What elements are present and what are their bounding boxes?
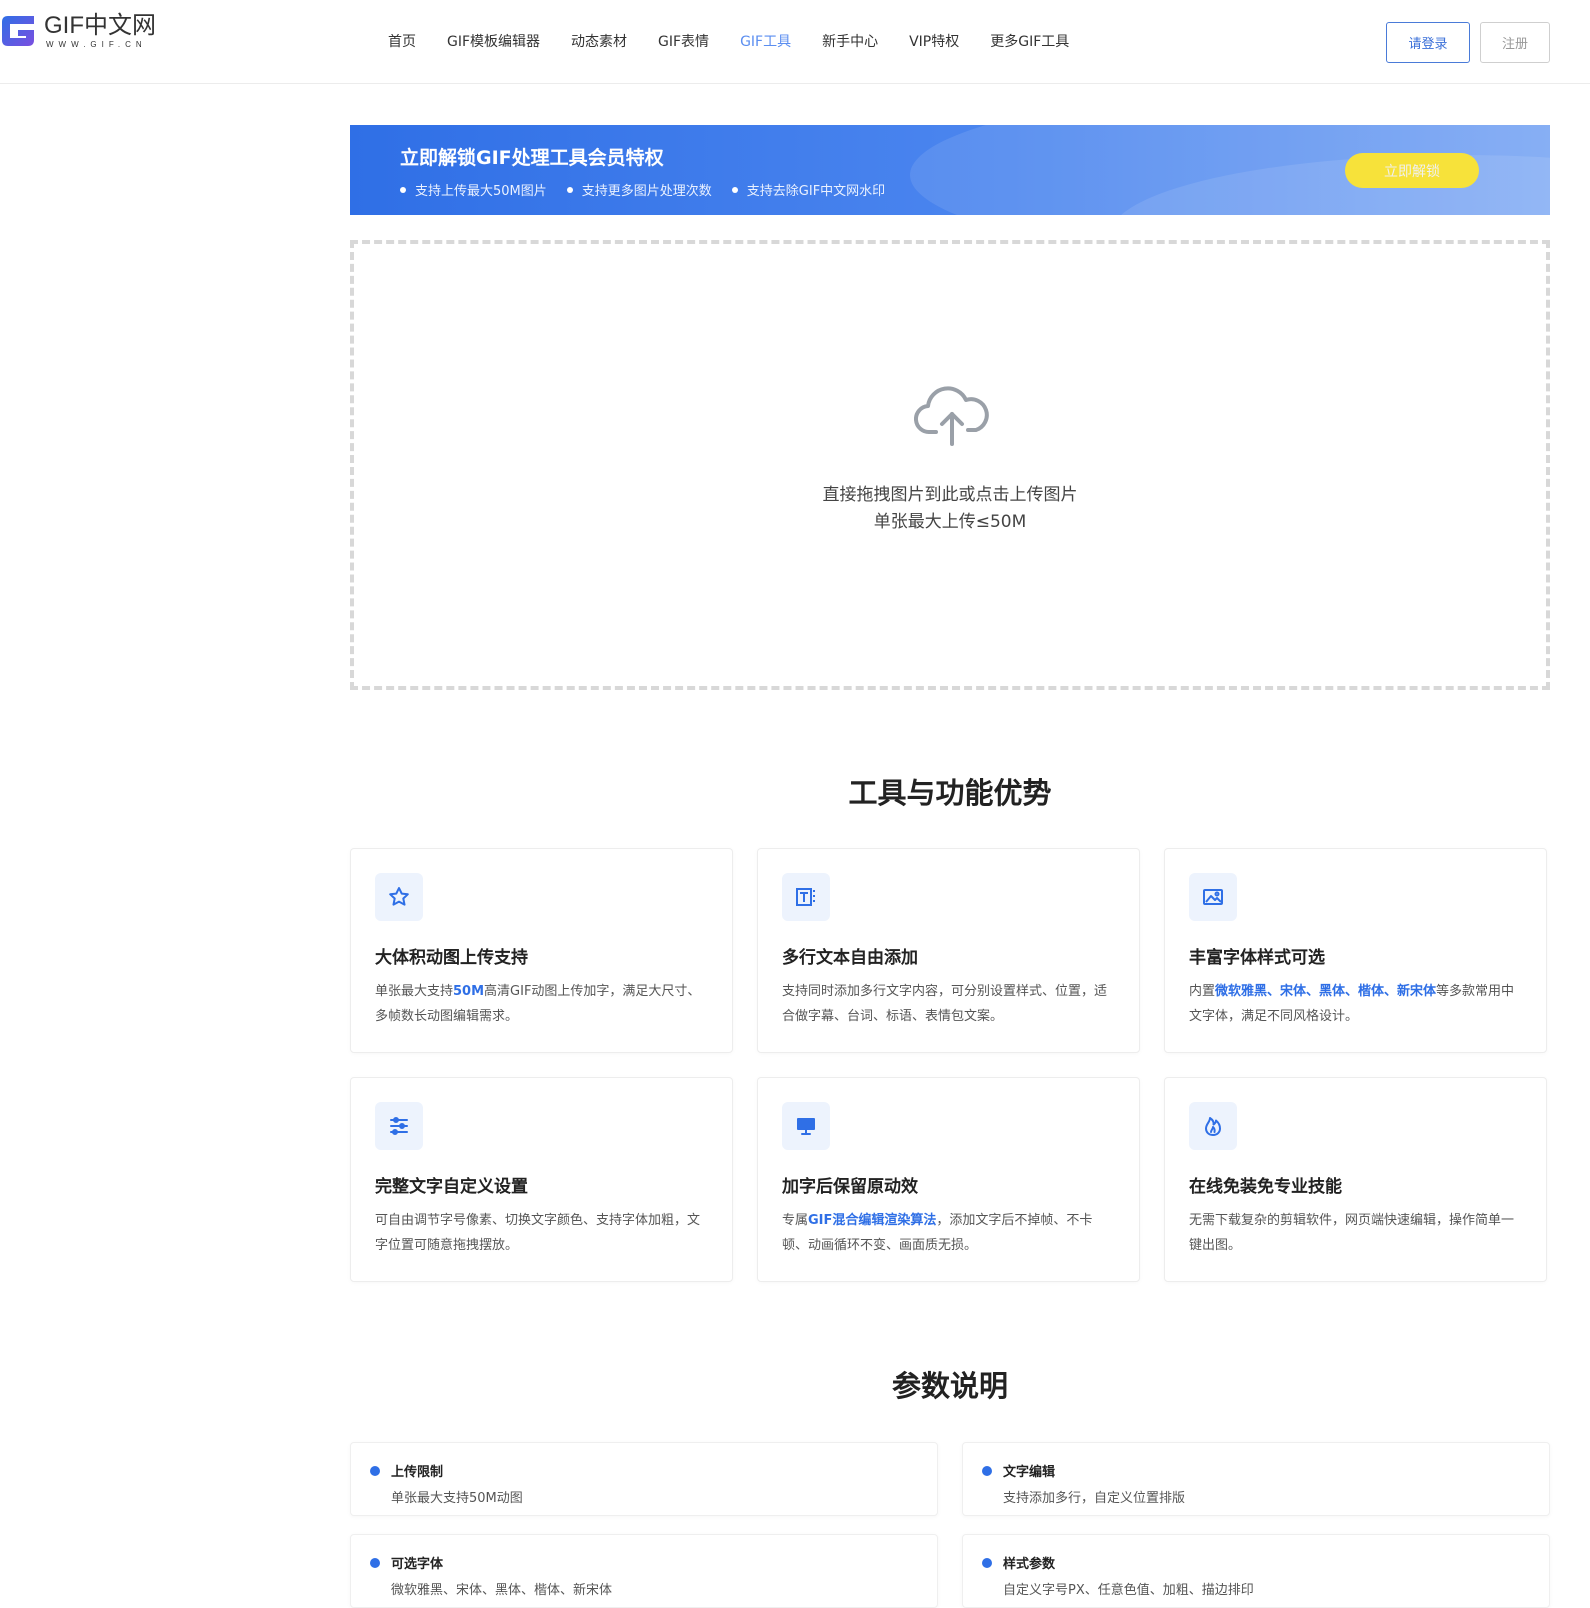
text-layers-icon (782, 873, 830, 921)
upload-instruction: 直接拖拽图片到此或点击上传图片 (822, 485, 1078, 505)
banner-point-text: 支持去除GIF中文网水印 (746, 184, 886, 199)
bullet-dot (731, 186, 738, 193)
upload-dropzone[interactable]: 直接拖拽图片到此或点击上传图片 单张最大上传≤50M (350, 240, 1550, 690)
params-title: 参数说明 (891, 1369, 1008, 1403)
feature-description: 无需下载复杂的剪辑软件，网页端快速编辑，操作简单一键出图。 (1189, 1208, 1524, 1258)
highlight-text: 微软雅黑、宋体、黑体、楷体、新宋体 (1215, 984, 1437, 999)
banner-point-text: 支持更多图片处理次数 (581, 184, 712, 199)
unlock-button[interactable]: 立即解锁 (1345, 153, 1479, 188)
logo-text: GIF中文网 (44, 12, 156, 39)
bullet-dot (982, 1558, 992, 1568)
banner-point-text: 支持上传最大50M图片 (415, 184, 547, 199)
param-item: 样式参数自定义字号PX、任意色值、加粗、描边排印 (962, 1534, 1550, 1608)
feature-card: 加字后保留原动效专属GIF混合编辑渲染算法，添加文字后不掉帧、不卡顿、动画循环不… (757, 1077, 1140, 1282)
main-nav: 首页 GIF模板编辑器 动态素材 GIF表情 GIF工具 新手中心 VIP特权 更多GIF工具 (388, 30, 1100, 54)
bullet-dot (400, 186, 406, 193)
description-text: 专属 (782, 1213, 809, 1228)
feature-card: 完整文字自定义设置可自由调节字号像素、切换文字颜色、支持字体加粗，文字位置可随意… (350, 1077, 733, 1282)
bullet-dot (370, 1558, 380, 1568)
feature-description: 专属GIF混合编辑渲染算法，添加文字后不掉帧、不卡顿、动画循环不变、画面质无损。 (782, 1208, 1117, 1258)
nav-item[interactable]: 动态素材 (571, 30, 627, 54)
feature-title: 多行文本自由添加 (782, 948, 918, 968)
logo-mark-icon (2, 16, 34, 46)
login-button[interactable]: 请登录 (1386, 22, 1470, 63)
highlight-text: GIF混合编辑渲染算法 (808, 1213, 937, 1228)
screen-icon (782, 1102, 830, 1150)
feature-description: 可自由调节字号像素、切换文字颜色、支持字体加粗，文字位置可随意拖拽摆放。 (375, 1208, 710, 1258)
nav-item[interactable]: VIP特权 (909, 30, 959, 54)
description-text: 支持同时添加多行文字内容，可分别设置样式、位置，适合做字幕、台词、标语、表情包文… (782, 984, 1108, 1024)
features-title: 工具与功能优势 (848, 776, 1052, 810)
feature-card: 多行文本自由添加支持同时添加多行文字内容，可分别设置样式、位置，适合做字幕、台词… (757, 848, 1140, 1053)
vip-banner: 立即解锁GIF处理工具会员特权 支持上传最大50M图片 支持更多图片处理次数 支持去… (350, 125, 1550, 215)
bullet-dot (982, 1466, 992, 1476)
param-item: 可选字体微软雅黑、宋体、黑体、楷体、新宋体 (350, 1534, 938, 1608)
feature-title: 丰富字体样式可选 (1189, 948, 1325, 968)
param-value: 自定义字号PX、任意色值、加粗、描边排印 (1003, 1583, 1254, 1598)
highlight-text: 50M (453, 984, 485, 999)
description-text: 可自由调节字号像素、切换文字颜色、支持字体加粗，文字位置可随意拖拽摆放。 (375, 1213, 701, 1253)
param-value: 支持添加多行，自定义位置排版 (1003, 1491, 1186, 1506)
feature-card: 丰富字体样式可选内置微软雅黑、宋体、黑体、楷体、新宋体等多款常用中文字体，满足不… (1164, 848, 1547, 1053)
param-label: 样式参数 (1003, 1557, 1056, 1572)
star-icon (375, 873, 423, 921)
banner-point: 支持更多图片处理次数 (566, 180, 712, 199)
param-item: 上传限制单张最大支持50M动图 (350, 1442, 938, 1516)
banner-point: 支持去除GIF中文网水印 (731, 180, 886, 199)
register-button[interactable]: 注册 (1480, 22, 1550, 63)
feature-card: 大体积动图上传支持单张最大支持50M高清GIF动图上传加字，满足大尺寸、多帧数长… (350, 848, 733, 1053)
param-label: 上传限制 (391, 1465, 444, 1480)
nav-item[interactable]: 首页 (388, 30, 416, 54)
description-text: 无需下载复杂的剪辑软件，网页端快速编辑，操作简单一键出图。 (1189, 1213, 1515, 1253)
nav-item[interactable]: 更多GIF工具 (990, 30, 1069, 54)
bullet-dot (370, 1466, 380, 1476)
bullet-dot (566, 186, 573, 193)
feature-title: 大体积动图上传支持 (375, 948, 528, 968)
param-label: 可选字体 (391, 1557, 444, 1572)
logo-subtext: WWW.GIF.CN (46, 40, 147, 49)
banner-point: 支持上传最大50M图片 (400, 180, 547, 199)
nav-item[interactable]: GIF表情 (658, 30, 709, 54)
param-value: 单张最大支持50M动图 (391, 1491, 523, 1506)
param-label: 文字编辑 (1003, 1465, 1056, 1480)
feature-description: 单张最大支持50M高清GIF动图上传加字，满足大尺寸、多帧数长动图编辑需求。 (375, 979, 710, 1029)
banner-title: 立即解锁GIF处理工具会员特权 (400, 147, 664, 169)
nav-item[interactable]: GIF模板编辑器 (447, 30, 540, 54)
banner-points: 支持上传最大50M图片 支持更多图片处理次数 支持去除GIF中文网水印 (400, 180, 905, 199)
param-item: 文字编辑支持添加多行，自定义位置排版 (962, 1442, 1550, 1516)
description-text: 单张最大支持 (375, 984, 454, 999)
feature-description: 支持同时添加多行文字内容，可分别设置样式、位置，适合做字幕、台词、标语、表情包文… (782, 979, 1117, 1029)
nav-item[interactable]: 新手中心 (822, 30, 878, 54)
feature-title: 完整文字自定义设置 (375, 1177, 528, 1197)
feature-title: 加字后保留原动效 (782, 1177, 918, 1197)
image-icon (1189, 873, 1237, 921)
nav-item[interactable]: GIF工具 (740, 30, 791, 54)
description-text: 内置 (1189, 984, 1216, 999)
param-value: 微软雅黑、宋体、黑体、楷体、新宋体 (391, 1583, 613, 1598)
flame-icon (1189, 1102, 1237, 1150)
feature-title: 在线免装免专业技能 (1189, 1177, 1342, 1197)
sliders-icon (375, 1102, 423, 1150)
cloud-upload-icon (914, 386, 989, 446)
feature-card: 在线免装免专业技能无需下载复杂的剪辑软件，网页端快速编辑，操作简单一键出图。 (1164, 1077, 1547, 1282)
site-logo[interactable]: GIF中文网 WWW.GIF.CN (0, 10, 160, 54)
upload-size-limit: 单张最大上传≤50M (873, 512, 1027, 532)
feature-description: 内置微软雅黑、宋体、黑体、楷体、新宋体等多款常用中文字体，满足不同风格设计。 (1189, 979, 1524, 1029)
site-header: GIF中文网 WWW.GIF.CN 首页 GIF模板编辑器 动态素材 GIF表情 GIF… (0, 0, 1590, 84)
